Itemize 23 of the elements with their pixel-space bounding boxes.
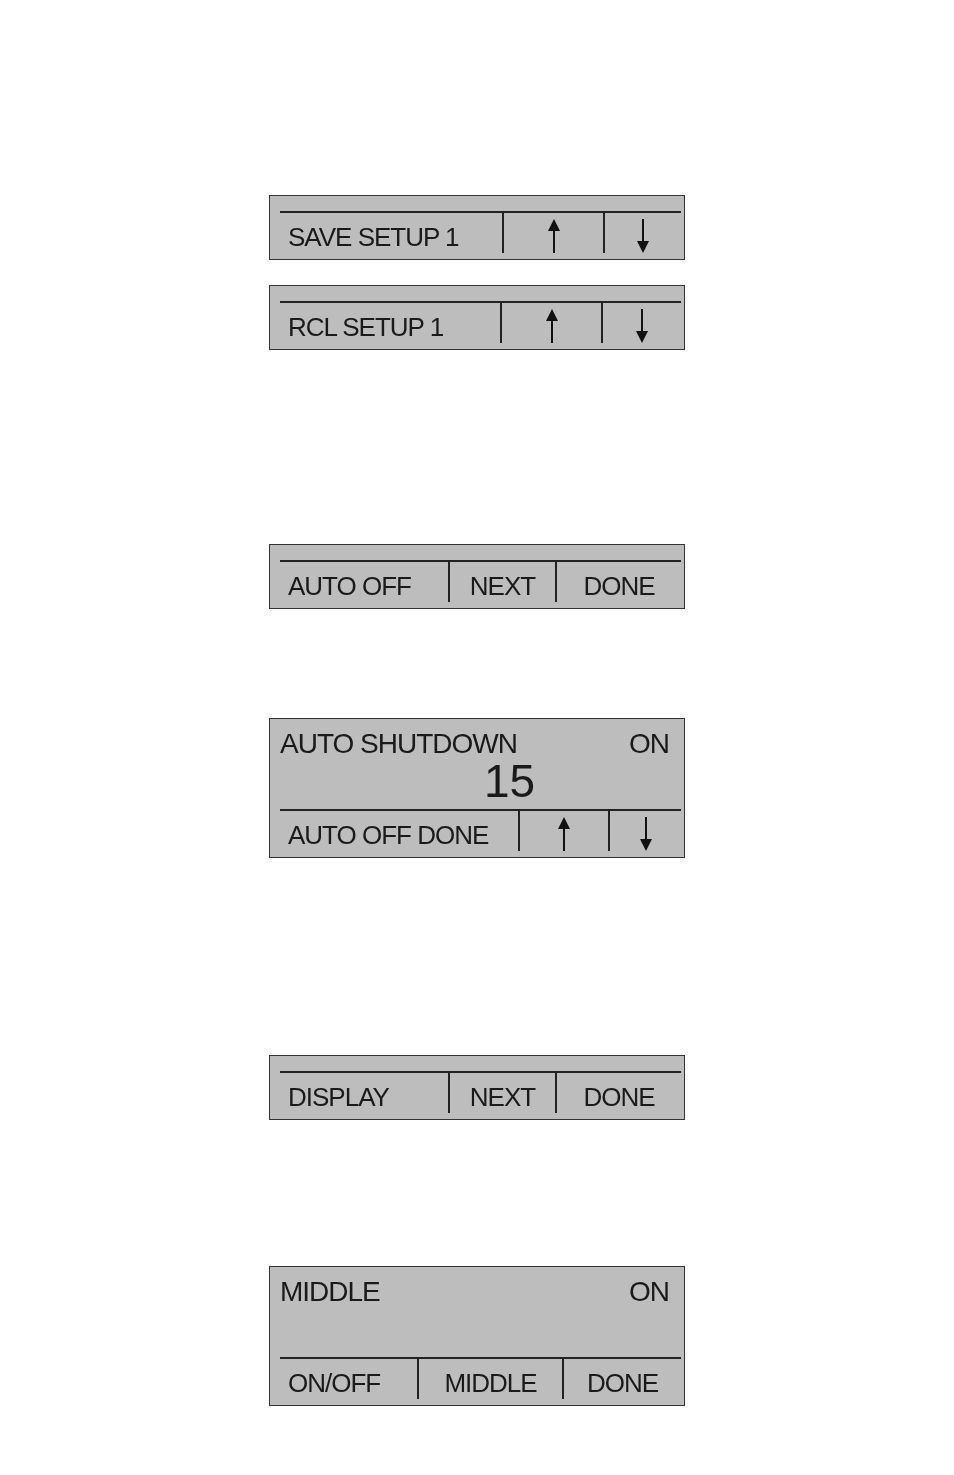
- softkey-button[interactable]: DONE: [555, 562, 681, 602]
- softkey-button[interactable]: MIDDLE: [417, 1359, 562, 1399]
- softkey-button[interactable]: AUTO OFF DONE: [280, 811, 518, 851]
- arrow-up-icon: [558, 817, 570, 851]
- setting-label: MIDDLE: [280, 1275, 380, 1309]
- softkey-button[interactable]: RCL SETUP 1: [280, 303, 500, 343]
- softkey-button[interactable]: NEXT: [448, 1073, 555, 1113]
- setting-number: 15: [483, 761, 536, 801]
- setting-value: ON: [629, 727, 669, 761]
- arrow-down-icon: [636, 309, 648, 343]
- softkey-button[interactable]: DONE: [555, 1073, 681, 1113]
- softkey-button[interactable]: SAVE SETUP 1: [280, 213, 502, 253]
- softkey-button[interactable]: DONE: [562, 1359, 681, 1399]
- arrow-down-icon: [639, 817, 652, 851]
- softkey-button[interactable]: ON/OFF: [280, 1359, 417, 1399]
- arrow-down-icon: [637, 219, 649, 253]
- setting-value: ON: [629, 1275, 669, 1309]
- arrow-up-icon: [545, 309, 558, 343]
- softkey-button[interactable]: NEXT: [448, 562, 555, 602]
- softkey-button[interactable]: AUTO OFF: [280, 562, 448, 602]
- setting-label: AUTO SHUTDOWN: [280, 727, 517, 761]
- softkey-button[interactable]: DISPLAY: [280, 1073, 448, 1113]
- arrow-up-icon: [547, 219, 560, 253]
